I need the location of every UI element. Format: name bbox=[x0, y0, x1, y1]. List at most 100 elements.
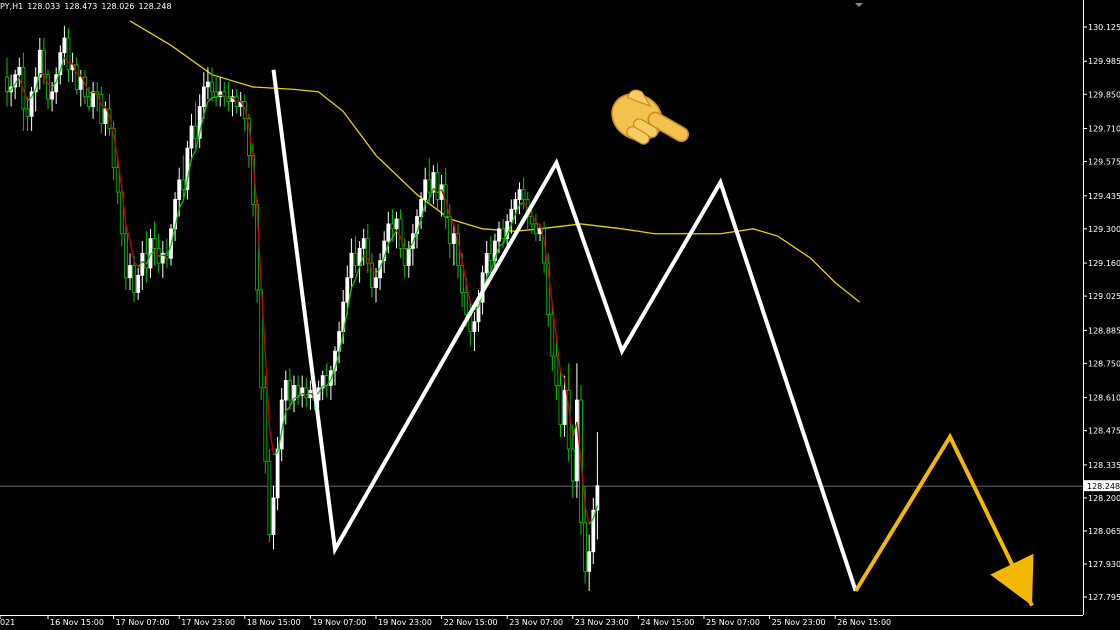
ohlc-header: PY,H1 128.033 128.473 128.026 128.248 bbox=[0, 2, 176, 11]
time-tick-label: 021 bbox=[0, 618, 15, 627]
candle-body bbox=[427, 179, 432, 193]
candle-body bbox=[472, 321, 477, 332]
candle-body bbox=[17, 66, 22, 76]
candle-body bbox=[5, 76, 9, 93]
candle-body bbox=[99, 93, 104, 125]
current-price-label: 128.248 bbox=[1087, 482, 1120, 491]
symbol-label: PY,H1 bbox=[0, 2, 24, 11]
price-tick-label: 128.885 bbox=[1088, 326, 1120, 335]
candle-body bbox=[78, 76, 83, 90]
candle-body bbox=[386, 223, 391, 242]
candle-body bbox=[296, 384, 301, 396]
price-tick-label: 128.610 bbox=[1088, 394, 1120, 403]
candle-body bbox=[394, 218, 399, 230]
price-tick-label: 128.200 bbox=[1088, 494, 1120, 503]
candle-body bbox=[136, 274, 141, 293]
price-tick-label: 129.435 bbox=[1088, 192, 1120, 201]
time-tick-label: 19 Nov 23:00 bbox=[378, 618, 432, 627]
candle-body bbox=[501, 228, 506, 240]
candle-body bbox=[115, 167, 120, 193]
time-tick-label: 23 Nov 23:00 bbox=[575, 618, 629, 627]
candle-body bbox=[201, 86, 206, 107]
time-tick-label: 17 Nov 07:00 bbox=[116, 618, 170, 627]
price-tick-label: 129.575 bbox=[1088, 158, 1120, 167]
price-tick-label: 129.710 bbox=[1088, 125, 1120, 134]
candle-body bbox=[152, 238, 157, 249]
candle-body bbox=[554, 355, 559, 386]
candle-body bbox=[87, 96, 91, 107]
candle-body bbox=[447, 216, 452, 244]
price-chart[interactable]: 130.125 129.985 129.850 129.710 129.575 129.4… bbox=[0, 0, 1120, 630]
candle-body bbox=[402, 247, 407, 266]
candle-body bbox=[42, 49, 46, 76]
time-tick-label: 18 Nov 15:00 bbox=[247, 618, 301, 627]
high-value: 128.473 bbox=[64, 2, 98, 11]
time-tick-label: 22 Nov 15:00 bbox=[444, 618, 498, 627]
candle-body bbox=[451, 233, 456, 244]
candle-body bbox=[193, 125, 198, 139]
candle-body bbox=[562, 389, 567, 425]
candle-body bbox=[435, 172, 440, 200]
candle-body bbox=[587, 551, 592, 572]
candle-body bbox=[66, 37, 71, 71]
candle-body bbox=[140, 252, 145, 276]
candle-body bbox=[103, 108, 108, 125]
time-tick-label: 19 Nov 07:00 bbox=[312, 618, 366, 627]
candle-body bbox=[398, 218, 403, 249]
candle-body bbox=[509, 208, 514, 222]
low-value: 128.026 bbox=[101, 2, 135, 11]
candle-body bbox=[25, 108, 30, 117]
candle-body bbox=[287, 380, 292, 401]
candle-body bbox=[464, 292, 469, 315]
candle-body bbox=[497, 228, 501, 242]
candle-body bbox=[534, 223, 538, 235]
ema-fast-segment bbox=[220, 94, 225, 97]
price-tick-label: 129.300 bbox=[1088, 225, 1120, 234]
candle-body bbox=[575, 399, 579, 482]
candle-body bbox=[390, 223, 395, 230]
price-tick-label: 128.475 bbox=[1088, 427, 1120, 436]
price-tick-label: 128.335 bbox=[1088, 461, 1120, 470]
candle-body bbox=[124, 233, 128, 279]
candle-body bbox=[583, 521, 587, 572]
time-tick-label: 17 Nov 23:00 bbox=[181, 618, 235, 627]
time-tick-label: 23 Nov 07:00 bbox=[509, 618, 563, 627]
close-value: 128.248 bbox=[138, 2, 172, 11]
chart-frame bbox=[0, 0, 1120, 630]
candle-body bbox=[406, 247, 411, 266]
ema-fast-segment bbox=[228, 96, 233, 99]
candle-body bbox=[181, 179, 186, 191]
price-tick-label: 127.795 bbox=[1088, 593, 1120, 602]
candle bbox=[267, 448, 272, 542]
candle-body bbox=[275, 448, 280, 499]
candle-body bbox=[521, 189, 526, 200]
time-tick-label: 25 Nov 23:00 bbox=[772, 618, 826, 627]
time-tick-label: 25 Nov 07:00 bbox=[706, 618, 760, 627]
price-tick-label: 130.125 bbox=[1088, 23, 1120, 32]
candle-body bbox=[128, 265, 132, 279]
candle-body bbox=[550, 314, 555, 357]
candle-body bbox=[513, 199, 518, 210]
time-tick-label: 26 Nov 15:00 bbox=[837, 618, 891, 627]
candle-body bbox=[304, 387, 309, 399]
price-tick-label: 129.985 bbox=[1088, 57, 1120, 66]
price-tick-label: 127.930 bbox=[1088, 560, 1120, 569]
candle-body bbox=[263, 387, 268, 462]
candle-body bbox=[345, 277, 350, 303]
price-tick-label: 129.160 bbox=[1088, 259, 1120, 268]
candle-body bbox=[517, 189, 522, 200]
candle-body bbox=[271, 497, 276, 536]
candle-body bbox=[558, 384, 563, 425]
chart-background bbox=[0, 0, 1120, 630]
price-tick-label: 129.850 bbox=[1088, 90, 1120, 99]
candle bbox=[263, 375, 268, 474]
candle-body bbox=[353, 252, 358, 266]
candle-body bbox=[91, 91, 95, 107]
candle-body bbox=[349, 252, 354, 279]
candle-body bbox=[210, 81, 214, 93]
candle-body bbox=[189, 125, 194, 149]
candle-body bbox=[132, 265, 137, 293]
price-tick-label: 128.065 bbox=[1088, 527, 1120, 536]
candle-body bbox=[488, 252, 493, 262]
candle-body bbox=[74, 64, 79, 90]
